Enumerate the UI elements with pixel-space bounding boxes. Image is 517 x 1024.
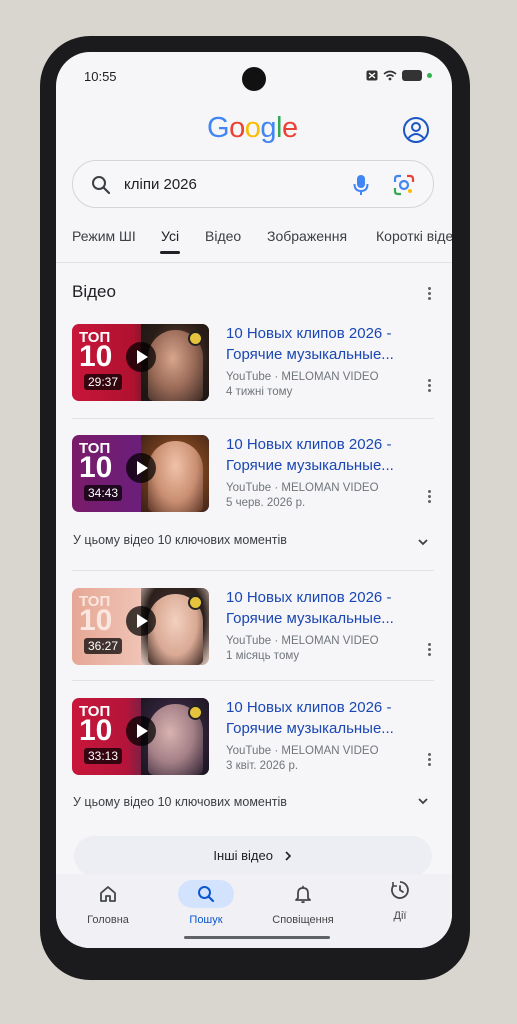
video-more-icon[interactable] bbox=[423, 642, 435, 658]
front-camera bbox=[242, 67, 266, 91]
tab-ai-mode[interactable]: Режим ШІ bbox=[72, 228, 136, 244]
microphone-icon[interactable] bbox=[353, 174, 369, 196]
more-videos-button[interactable]: Інші відео bbox=[74, 836, 432, 876]
video-meta: YouTube · MELOMAN VIDEO 1 місяць тому bbox=[226, 634, 379, 664]
tab-short-videos[interactable]: Короткі відео bbox=[376, 228, 452, 244]
video-date: 1 місяць тому bbox=[226, 650, 300, 662]
channel-badge-icon bbox=[188, 331, 203, 346]
play-icon[interactable] bbox=[126, 716, 156, 746]
video-result[interactable]: ТОП 10 29:37 10 Новых клипов 2026 - Горя… bbox=[72, 324, 434, 402]
video-date: 4 тижні тому bbox=[226, 386, 293, 398]
chevron-down-icon[interactable] bbox=[417, 795, 429, 807]
search-icon bbox=[198, 886, 215, 903]
video-title[interactable]: 10 Новых клипов 2026 - Горячие музыкальн… bbox=[226, 587, 411, 629]
nav-search-label: Пошук bbox=[189, 914, 223, 926]
video-title[interactable]: 10 Новых клипов 2026 - Горячие музыкальн… bbox=[226, 434, 411, 476]
video-result[interactable]: ТОП 10 33:13 10 Новых клипов 2026 - Горя… bbox=[72, 698, 434, 776]
video-date: 5 черв. 2026 р. bbox=[226, 497, 306, 509]
video-meta: YouTube · MELOMAN VIDEO 4 тижні тому bbox=[226, 370, 379, 400]
search-input[interactable]: кліпи 2026 bbox=[124, 176, 197, 193]
key-moments-label[interactable]: У цьому відео 10 ключових моментів bbox=[73, 533, 287, 547]
search-bar[interactable]: кліпи 2026 bbox=[72, 160, 434, 208]
divider bbox=[56, 262, 452, 263]
channel-badge-icon bbox=[188, 705, 203, 720]
video-title[interactable]: 10 Новых клипов 2026 - Горячие музыкальн… bbox=[226, 697, 411, 739]
channel-badge-icon bbox=[188, 595, 203, 610]
key-moments-label[interactable]: У цьому відео 10 ключових моментів bbox=[73, 795, 287, 809]
video-thumbnail[interactable]: ТОП 10 34:43 bbox=[72, 435, 209, 512]
google-lens-icon[interactable] bbox=[393, 174, 415, 196]
play-icon[interactable] bbox=[126, 606, 156, 636]
video-result[interactable]: ТОП 10 36:27 10 Новых клипов 2026 - Горя… bbox=[72, 588, 434, 666]
nav-notifications[interactable]: Сповіщення bbox=[263, 880, 343, 926]
nav-search[interactable]: Пошук bbox=[166, 880, 246, 926]
nav-activity[interactable]: Дії bbox=[360, 876, 440, 922]
play-icon[interactable] bbox=[126, 453, 156, 483]
activity-icon bbox=[391, 881, 409, 899]
nav-home[interactable]: Головна bbox=[68, 880, 148, 926]
video-meta: YouTube · MELOMAN VIDEO 3 квіт. 2026 р. bbox=[226, 744, 379, 774]
screen: 10:55 Google кліпи 2026 Режим ШІ Усі Від… bbox=[56, 52, 452, 948]
gesture-home-bar[interactable] bbox=[184, 936, 330, 939]
play-icon[interactable] bbox=[126, 342, 156, 372]
divider bbox=[72, 418, 434, 419]
video-duration: 34:43 bbox=[84, 485, 123, 501]
video-source: YouTube · MELOMAN VIDEO bbox=[226, 371, 379, 383]
video-source: YouTube · MELOMAN VIDEO bbox=[226, 745, 379, 757]
video-thumbnail[interactable]: ТОП 10 36:27 bbox=[72, 588, 209, 665]
video-date: 3 квіт. 2026 р. bbox=[226, 760, 299, 772]
status-time: 10:55 bbox=[84, 69, 117, 84]
video-more-icon[interactable] bbox=[423, 752, 435, 768]
tab-videos[interactable]: Відео bbox=[205, 228, 241, 244]
nav-notifications-label: Сповіщення bbox=[272, 914, 334, 926]
video-title[interactable]: 10 Новых клипов 2026 - Горячие музыкальн… bbox=[226, 323, 411, 365]
chevron-down-icon[interactable] bbox=[417, 536, 429, 548]
divider bbox=[72, 680, 434, 681]
status-bar: 10:55 bbox=[56, 52, 452, 98]
wifi-icon bbox=[383, 70, 397, 81]
video-duration: 33:13 bbox=[84, 748, 123, 764]
more-videos-label: Інші відео bbox=[213, 848, 273, 863]
home-icon bbox=[100, 886, 116, 902]
video-result[interactable]: ТОП 10 34:43 10 Новых клипов 2026 - Горя… bbox=[72, 435, 434, 513]
video-more-icon[interactable] bbox=[423, 489, 435, 505]
chevron-right-icon bbox=[285, 851, 291, 861]
status-icons bbox=[366, 70, 432, 81]
battery-icon bbox=[402, 70, 422, 81]
mute-icon bbox=[366, 70, 378, 81]
tab-images[interactable]: Зображення bbox=[267, 228, 347, 244]
video-source: YouTube · MELOMAN VIDEO bbox=[226, 635, 379, 647]
video-source: YouTube · MELOMAN VIDEO bbox=[226, 482, 379, 494]
nav-activity-label: Дії bbox=[393, 910, 407, 922]
nav-home-label: Головна bbox=[87, 914, 129, 926]
video-meta: YouTube · MELOMAN VIDEO 5 черв. 2026 р. bbox=[226, 481, 379, 511]
privacy-dot-icon bbox=[427, 73, 432, 78]
video-thumbnail[interactable]: ТОП 10 33:13 bbox=[72, 698, 209, 775]
section-more-icon[interactable] bbox=[423, 286, 435, 302]
video-duration: 29:37 bbox=[84, 374, 123, 390]
video-thumbnail[interactable]: ТОП 10 29:37 bbox=[72, 324, 209, 401]
bell-icon bbox=[295, 885, 311, 904]
active-tab-indicator bbox=[160, 251, 180, 254]
video-more-icon[interactable] bbox=[423, 378, 435, 394]
search-icon bbox=[92, 176, 111, 195]
google-logo[interactable]: Google bbox=[207, 112, 298, 145]
account-circle-icon[interactable] bbox=[402, 116, 430, 144]
section-title: Відео bbox=[72, 282, 116, 301]
tab-all[interactable]: Усі bbox=[161, 228, 179, 244]
divider bbox=[72, 570, 434, 571]
video-duration: 36:27 bbox=[84, 638, 123, 654]
